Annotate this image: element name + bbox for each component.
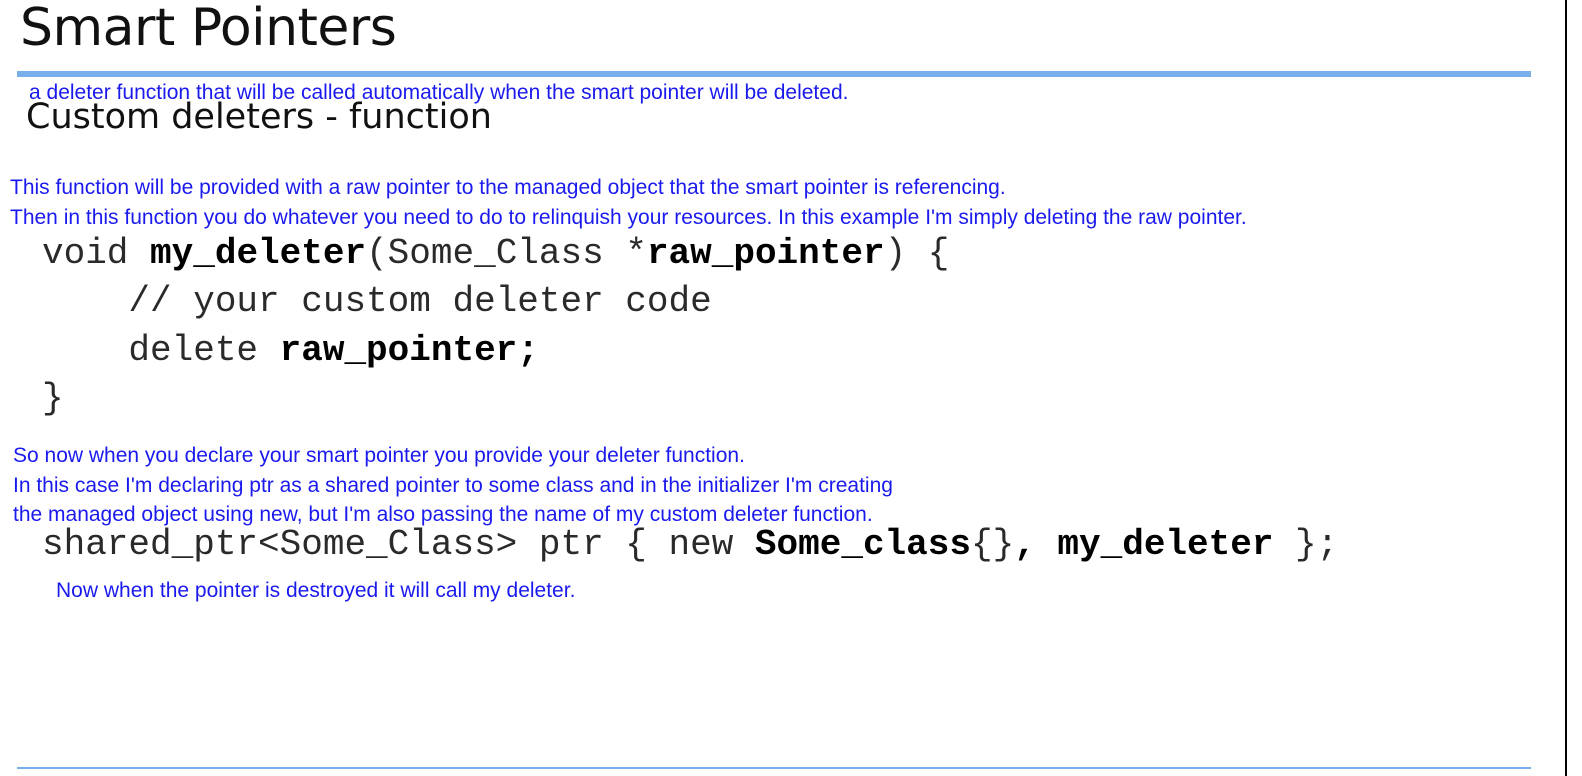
code-decl-deleter: my_deleter <box>1057 524 1274 565</box>
slide-right-edge <box>1565 0 1567 776</box>
code-line-close-brace: } <box>42 378 64 419</box>
annotation-raw-pointer-line1: This function will be provided with a ra… <box>10 176 1006 199</box>
bottom-rule <box>17 767 1531 769</box>
slide-subtitle: Custom deleters - function <box>26 97 492 137</box>
annotation-raw-pointer-line2: Then in this function you do whatever yo… <box>10 206 1247 229</box>
annotation-destroyed: Now when the pointer is destroyed it wil… <box>56 579 576 602</box>
code-line-shared-ptr-declaration: shared_ptr<Some_Class> ptr { new Some_cl… <box>42 524 1338 565</box>
code-params-open: (Some_Class * <box>366 233 647 274</box>
code-decl-braces: {} <box>970 524 1015 565</box>
code-keyword-void: void <box>42 233 151 274</box>
annotation-declare-line1: So now when you declare your smart point… <box>13 444 745 467</box>
code-param-name: raw_pointer <box>646 233 885 274</box>
code-line-comment: // your custom deleter code <box>42 281 712 322</box>
title-underline <box>17 71 1531 77</box>
code-keyword-delete: delete <box>42 330 280 371</box>
slide-title: Smart Pointers <box>20 0 397 58</box>
code-params-close: ) { <box>884 233 950 274</box>
annotation-declare-line2: In this case I'm declaring ptr as a shar… <box>13 474 893 497</box>
code-decl-class: Some_class <box>754 524 971 565</box>
code-line-delete: delete raw_pointer; <box>42 330 539 371</box>
code-line-signature: void my_deleter(Some_Class *raw_pointer)… <box>42 233 949 274</box>
code-delete-target: raw_pointer; <box>279 330 539 371</box>
code-decl-separator: , <box>1014 524 1058 565</box>
code-decl-prefix: shared_ptr<Some_Class> ptr { new <box>42 524 755 565</box>
code-decl-suffix: }; <box>1273 524 1339 565</box>
code-function-name: my_deleter <box>150 233 367 274</box>
